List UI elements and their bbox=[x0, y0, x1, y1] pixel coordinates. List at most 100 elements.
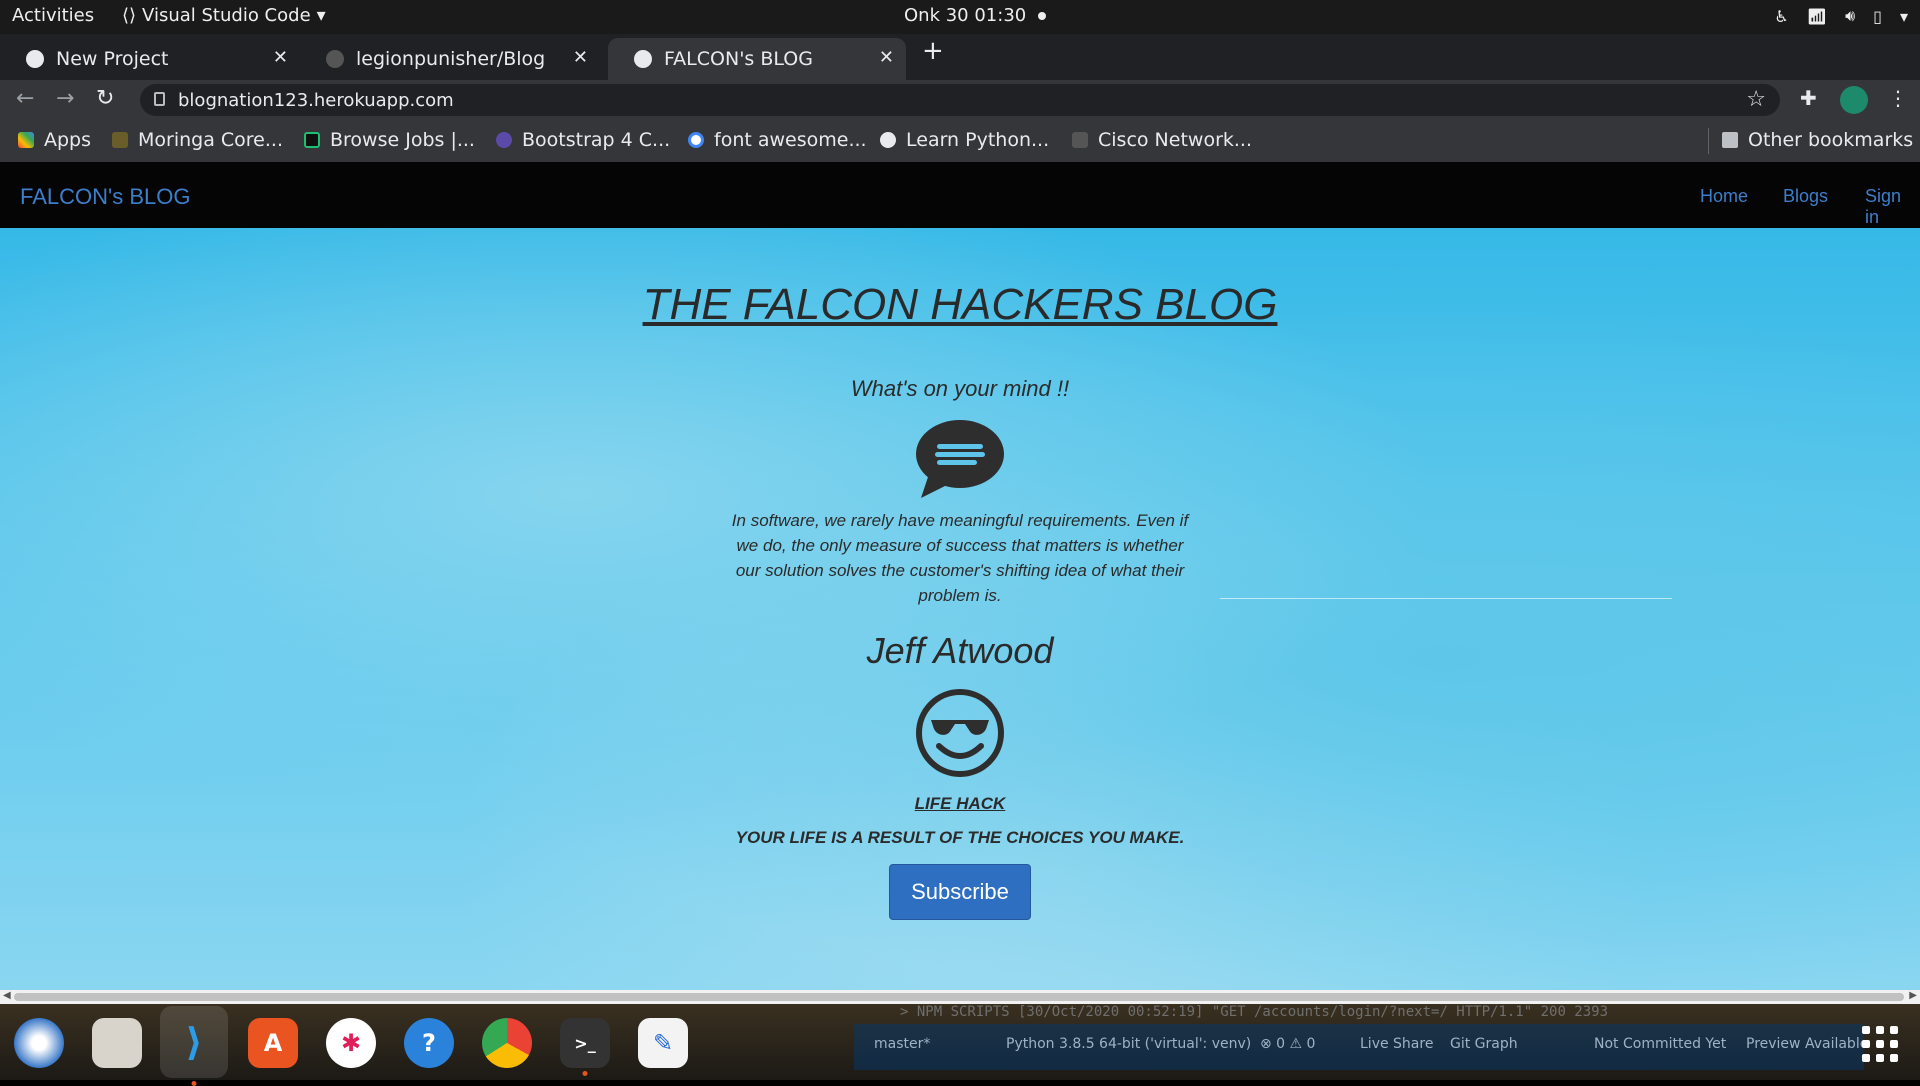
chevron-down-icon: ▾ bbox=[316, 5, 326, 26]
scroll-right-icon[interactable]: ▶ bbox=[1909, 990, 1917, 1001]
python-interpreter-status[interactable]: Python 3.8.5 64-bit ('virtual': venv) bbox=[1006, 1036, 1251, 1052]
tab-falcons-blog[interactable]: FALCON's BLOG ✕ bbox=[608, 38, 906, 80]
clock-text: Onk 30 01:30 bbox=[904, 5, 1027, 26]
horizontal-scrollbar[interactable]: ◀ ▶ bbox=[0, 990, 1920, 1004]
nav-blogs[interactable]: Blogs bbox=[1783, 186, 1828, 207]
web-page: FALCON's BLOG Home Blogs Sign in THE FAL… bbox=[0, 162, 1920, 992]
app-menu[interactable]: ⟨⟩ Visual Studio Code ▾ bbox=[122, 5, 326, 26]
bookmark-label: Other bookmarks bbox=[1748, 129, 1914, 151]
battery-icon[interactable]: ▯ bbox=[1873, 7, 1882, 26]
system-top-bar: Activities ⟨⟩ Visual Studio Code ▾ Onk 3… bbox=[0, 0, 1920, 34]
motto-text: YOUR LIFE IS A RESULT OF THE CHOICES YOU… bbox=[735, 828, 1185, 847]
bootstrap-icon bbox=[496, 132, 512, 148]
apps-grid-icon bbox=[18, 132, 34, 148]
bookmark-star-icon[interactable]: ☆ bbox=[1746, 87, 1766, 112]
sunglasses-smile-icon bbox=[916, 689, 1004, 777]
avatar[interactable] bbox=[1840, 86, 1868, 114]
cisco-icon bbox=[1072, 132, 1088, 148]
kebab-menu-icon[interactable]: ⋮ bbox=[1888, 86, 1908, 110]
bookmark-cisco[interactable]: Cisco Network... bbox=[1072, 129, 1252, 151]
volume-icon[interactable]: 🔊︎ bbox=[1845, 6, 1855, 26]
bookmarks-bar: Apps Moringa Core... Browse Jobs |... Bo… bbox=[0, 120, 1920, 162]
tab-new-project[interactable]: New Project ✕ bbox=[0, 38, 300, 80]
prompt-text: What's on your mind !! bbox=[850, 376, 1070, 401]
software-center-icon[interactable]: A bbox=[248, 1018, 298, 1068]
browser-tab-strip: New Project ✕ legionpunisher/Blog ✕ FALC… bbox=[0, 34, 1920, 80]
terminal-icon[interactable]: >_ bbox=[560, 1018, 610, 1076]
site-navbar: FALCON's BLOG Home Blogs Sign in bbox=[0, 162, 1920, 228]
new-tab-button[interactable]: + bbox=[922, 36, 944, 66]
bookmark-label: Browse Jobs |... bbox=[330, 129, 475, 151]
bookmark-label: Apps bbox=[44, 129, 92, 151]
bookmark-browse-jobs[interactable]: Browse Jobs |... bbox=[304, 129, 475, 151]
page-title: THE FALCON HACKERS BLOG bbox=[642, 280, 1278, 329]
address-bar[interactable]: blognation123.herokuapp.com ☆ bbox=[140, 84, 1780, 116]
files-icon[interactable] bbox=[92, 1018, 142, 1068]
bookmark-label: font awesome... bbox=[714, 129, 867, 151]
help-icon[interactable]: ? bbox=[404, 1018, 454, 1068]
activities-button[interactable]: Activities bbox=[12, 5, 94, 26]
globe-icon bbox=[634, 50, 652, 68]
folder-icon bbox=[1722, 132, 1738, 148]
site-brand[interactable]: FALCON's BLOG bbox=[20, 184, 190, 210]
url-text: blognation123.herokuapp.com bbox=[178, 89, 454, 111]
vscode-status-bar: master* Python 3.8.5 64-bit ('virtual': … bbox=[854, 1024, 1868, 1070]
live-share-status[interactable]: Live Share bbox=[1360, 1036, 1433, 1052]
nav-home[interactable]: Home bbox=[1700, 186, 1748, 207]
comment-lines-icon bbox=[916, 420, 1004, 498]
bookmark-label: Cisco Network... bbox=[1098, 129, 1253, 151]
scroll-left-icon[interactable]: ◀ bbox=[3, 990, 11, 1001]
moringa-icon bbox=[112, 132, 128, 148]
system-tray[interactable]: ♿︎ 📶︎ 🔊︎ ▯ ▾ bbox=[1774, 6, 1908, 26]
globe-icon bbox=[26, 50, 44, 68]
tab-title: FALCON's BLOG bbox=[664, 48, 813, 70]
jobs-icon bbox=[304, 132, 320, 148]
bookmark-label: Learn Python... bbox=[906, 129, 1050, 151]
bookmark-moringa[interactable]: Moringa Core... bbox=[112, 129, 283, 151]
nav-sign-in[interactable]: Sign in bbox=[1865, 186, 1920, 228]
wifi-icon[interactable]: 📶︎ bbox=[1807, 7, 1827, 26]
tab-legionpunisher-blog[interactable]: legionpunisher/Blog ✕ bbox=[300, 38, 600, 80]
scrollbar-thumb[interactable] bbox=[14, 993, 1904, 1001]
github-icon bbox=[326, 50, 344, 68]
chrome-icon[interactable] bbox=[482, 1018, 532, 1068]
tab-title: New Project bbox=[56, 48, 169, 70]
close-icon[interactable]: ✕ bbox=[879, 47, 894, 68]
text-editor-icon[interactable]: ✎ bbox=[638, 1018, 688, 1068]
preview-status[interactable]: Preview Available bbox=[1746, 1036, 1868, 1052]
commit-status[interactable]: Not Committed Yet bbox=[1594, 1036, 1726, 1052]
running-indicator bbox=[582, 1071, 588, 1076]
divider bbox=[1220, 598, 1672, 599]
bookmark-font-awesome[interactable]: font awesome... bbox=[688, 129, 867, 151]
bookmark-bootstrap[interactable]: Bootstrap 4 C... bbox=[496, 129, 670, 151]
vscode-dock-icon[interactable]: ⟩ bbox=[160, 1006, 228, 1086]
reload-icon[interactable]: ↻ bbox=[96, 86, 114, 111]
bookmark-learn-python[interactable]: Learn Python... bbox=[880, 129, 1049, 151]
globe-icon bbox=[880, 132, 896, 148]
browser-toolbar: ← → ↻ blognation123.herokuapp.com ☆ ✚ ⋮ bbox=[0, 80, 1920, 120]
thunderbird-icon[interactable] bbox=[14, 1018, 64, 1068]
show-applications-icon[interactable] bbox=[1862, 1026, 1898, 1062]
notification-dot-icon bbox=[1038, 12, 1047, 20]
lock-icon bbox=[154, 92, 165, 106]
close-icon[interactable]: ✕ bbox=[273, 47, 288, 68]
problems-status[interactable]: ⊗ 0 ⚠ 0 bbox=[1260, 1036, 1315, 1052]
extensions-icon[interactable]: ✚ bbox=[1800, 86, 1817, 110]
quote-author: Jeff Atwood bbox=[866, 630, 1054, 671]
vscode-panel-peek: > NPM SCRIPTS [30/Oct/2020 00:52:19] "GE… bbox=[900, 1004, 1609, 1020]
branch-status[interactable]: master* bbox=[874, 1036, 930, 1052]
lifehack-title: LIFE HACK bbox=[914, 794, 1006, 813]
git-graph-status[interactable]: Git Graph bbox=[1450, 1036, 1518, 1052]
accessibility-icon[interactable]: ♿︎ bbox=[1774, 7, 1788, 26]
bookmark-label: Moringa Core... bbox=[138, 129, 283, 151]
other-bookmarks[interactable]: Other bookmarks bbox=[1722, 129, 1913, 151]
back-icon[interactable]: ← bbox=[16, 86, 34, 111]
subscribe-button[interactable]: Subscribe bbox=[889, 864, 1031, 920]
forward-icon[interactable]: → bbox=[56, 86, 74, 111]
close-icon[interactable]: ✕ bbox=[573, 47, 588, 68]
bookmark-apps[interactable]: Apps bbox=[18, 129, 91, 151]
chevron-down-icon[interactable]: ▾ bbox=[1900, 7, 1908, 26]
running-indicator bbox=[191, 1081, 197, 1086]
clock[interactable]: Onk 30 01:30 bbox=[904, 5, 1047, 26]
slack-icon[interactable]: ✱ bbox=[326, 1018, 376, 1068]
